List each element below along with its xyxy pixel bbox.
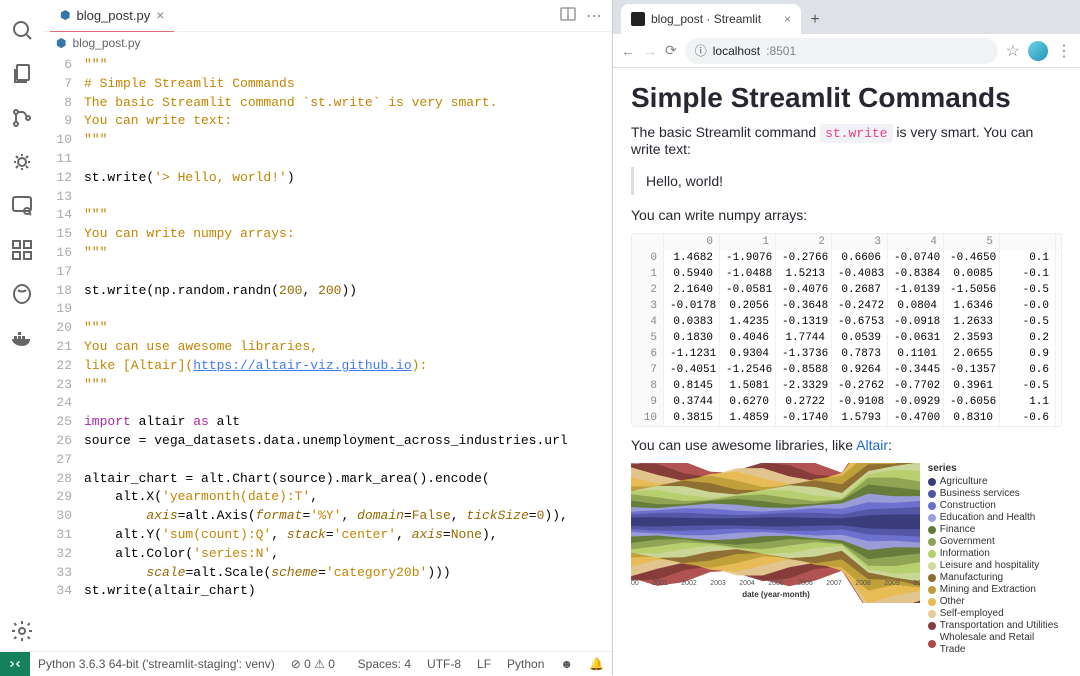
- status-python[interactable]: Python 3.6.3 64-bit ('streamlit-staging'…: [30, 657, 283, 671]
- status-problems[interactable]: ⊘ 0 ⚠ 0: [283, 657, 343, 671]
- status-eol[interactable]: LF: [469, 657, 499, 671]
- svg-text:2007: 2007: [826, 580, 842, 587]
- legend-item: Transportation and Utilities: [928, 620, 1062, 632]
- code-editor[interactable]: 6"""7# Simple Streamlit Commands8The bas…: [44, 54, 612, 651]
- svg-text:2009: 2009: [884, 580, 900, 587]
- docker-icon[interactable]: [10, 326, 34, 350]
- info-icon: ⓘ: [695, 42, 707, 59]
- bell-icon[interactable]: 🔔: [581, 657, 612, 671]
- warning-icon: ⚠: [314, 657, 328, 671]
- area-chart: 2000 2001 2002 2003 2004 2005 2006 2007 2008 2009…: [631, 463, 920, 603]
- svg-text:2004: 2004: [739, 580, 755, 587]
- svg-text:2000: 2000: [631, 580, 639, 587]
- settings-gear-icon[interactable]: [10, 619, 34, 643]
- altair-link[interactable]: Altair: [856, 437, 888, 453]
- back-icon[interactable]: ←: [621, 43, 635, 59]
- svg-text:2006: 2006: [797, 580, 813, 587]
- breadcrumb-file: blog_post.py: [72, 36, 140, 50]
- chart-legend: seriesAgricultureBusiness servicesConstr…: [928, 463, 1062, 656]
- python-file-icon: ⬢: [60, 8, 70, 22]
- svg-text:date (year-month): date (year-month): [742, 590, 810, 599]
- test-icon[interactable]: [10, 194, 34, 218]
- svg-text:2001: 2001: [652, 580, 668, 587]
- intro-text: The basic Streamlit command st.write is …: [631, 124, 1062, 157]
- page-title: Simple Streamlit Commands: [631, 82, 1062, 114]
- new-tab-button[interactable]: +: [801, 6, 829, 34]
- legend-item: Government: [928, 536, 1062, 548]
- legend-item: Self-employed: [928, 608, 1062, 620]
- search-icon[interactable]: [10, 18, 34, 42]
- code-inline: st.write: [820, 124, 892, 143]
- extension-marketplace-icon[interactable]: [10, 282, 34, 306]
- error-icon: ⊘: [291, 657, 304, 671]
- split-editor-icon[interactable]: [560, 6, 576, 22]
- python-file-icon: ⬢: [56, 36, 66, 50]
- legend-item: Education and Health: [928, 512, 1062, 524]
- forward-icon[interactable]: →: [643, 43, 657, 59]
- editor-area: ⬢ blog_post.py × ⋯ ⬢ blog_post.py 6"""7#…: [44, 0, 612, 651]
- browser-tabstrip: blog_post · Streamlit × +: [613, 0, 1080, 34]
- legend-item: Other: [928, 596, 1062, 608]
- altair-intro: You can use awesome libraries, like Alta…: [631, 437, 1062, 453]
- browser-tab[interactable]: blog_post · Streamlit ×: [621, 4, 801, 34]
- profile-avatar[interactable]: [1028, 41, 1048, 61]
- legend-item: Finance: [928, 524, 1062, 536]
- editor-actions: ⋯: [560, 6, 612, 26]
- legend-item: Agriculture: [928, 476, 1062, 488]
- tab-filename: blog_post.py: [76, 8, 150, 23]
- address-bar: ← → ⟳ ⓘ localhost :8501 ☆ ⋮: [613, 34, 1080, 68]
- activity-bar: [0, 0, 44, 651]
- editor-tab[interactable]: ⬢ blog_post.py ×: [50, 0, 174, 32]
- close-icon[interactable]: ×: [784, 12, 791, 26]
- menu-icon[interactable]: ⋮: [1056, 41, 1072, 61]
- legend-item: Wholesale and Retail Trade: [928, 632, 1062, 656]
- altair-chart: 2000 2001 2002 2003 2004 2005 2006 2007 2008 2009…: [631, 463, 1062, 656]
- streamlit-page: Simple Streamlit Commands The basic Stre…: [613, 68, 1080, 675]
- svg-text:2002: 2002: [681, 580, 697, 587]
- svg-text:2008: 2008: [855, 580, 871, 587]
- more-actions-icon[interactable]: ⋯: [586, 6, 602, 26]
- extensions-icon[interactable]: [10, 238, 34, 262]
- editor-tabs: ⬢ blog_post.py × ⋯: [44, 0, 612, 32]
- svg-text:2005: 2005: [768, 580, 784, 587]
- legend-item: Information: [928, 548, 1062, 560]
- feedback-icon[interactable]: ☻: [552, 657, 581, 671]
- svg-text:2003: 2003: [710, 580, 726, 587]
- source-control-icon[interactable]: [10, 106, 34, 130]
- debug-icon[interactable]: [10, 150, 34, 174]
- numpy-table[interactable]: 01234501.4682-1.9076-0.27660.6606-0.0740…: [631, 233, 1062, 427]
- legend-item: Manufacturing: [928, 572, 1062, 584]
- status-lang[interactable]: Python: [499, 657, 552, 671]
- blockquote: Hello, world!: [631, 167, 1062, 195]
- status-bar: Python 3.6.3 64-bit ('streamlit-staging'…: [0, 651, 612, 675]
- files-icon[interactable]: [10, 62, 34, 86]
- remote-indicator[interactable]: [0, 652, 30, 676]
- star-icon[interactable]: ☆: [1006, 41, 1020, 61]
- svg-text:2010: 2010: [913, 580, 920, 587]
- favicon: [631, 12, 645, 26]
- vscode-window: ⬢ blog_post.py × ⋯ ⬢ blog_post.py 6"""7#…: [0, 0, 612, 675]
- legend-item: Construction: [928, 500, 1062, 512]
- legend-item: Mining and Extraction: [928, 584, 1062, 596]
- url-host: localhost: [713, 44, 760, 58]
- breadcrumb[interactable]: ⬢ blog_post.py: [44, 32, 612, 54]
- numpy-intro: You can write numpy arrays:: [631, 207, 1062, 223]
- status-spaces[interactable]: Spaces: 4: [350, 657, 419, 671]
- browser-window: blog_post · Streamlit × + ← → ⟳ ⓘ localh…: [612, 0, 1080, 675]
- reload-icon[interactable]: ⟳: [665, 42, 677, 59]
- url-port: :8501: [766, 44, 796, 58]
- legend-item: Business services: [928, 488, 1062, 500]
- url-field[interactable]: ⓘ localhost :8501: [685, 38, 998, 64]
- browser-tab-title: blog_post · Streamlit: [651, 12, 761, 26]
- legend-item: Leisure and hospitality: [928, 560, 1062, 572]
- close-icon[interactable]: ×: [156, 7, 164, 23]
- status-encoding[interactable]: UTF-8: [419, 657, 469, 671]
